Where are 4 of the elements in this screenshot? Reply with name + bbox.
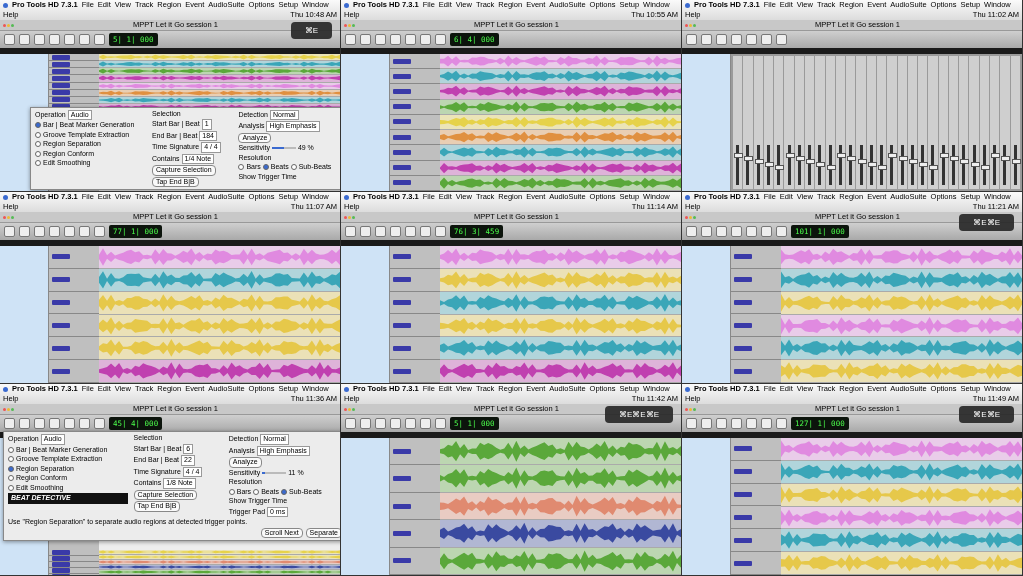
shortcut-overlay: ⌘E bbox=[290, 22, 332, 39]
shortcut-overlay: ⌘E⌘E⌘E bbox=[605, 406, 673, 423]
shortcut-overlay: ⌘E⌘E bbox=[959, 406, 1014, 423]
shortcut-overlay: ⌘E⌘E bbox=[959, 214, 1014, 231]
